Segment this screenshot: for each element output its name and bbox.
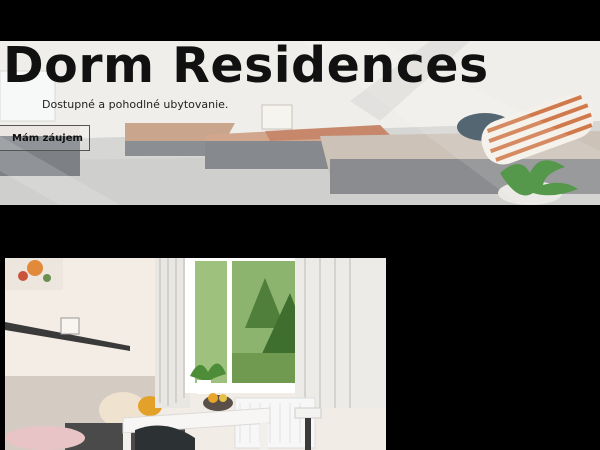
hero-banner: Dorm Residences Dostupné a pohodlné ubyt… (0, 41, 600, 205)
hero-subtitle: Dostupné a pohodlné ubytovanie. (42, 98, 229, 111)
page-title: Dorm Residences (3, 41, 489, 94)
interest-button[interactable]: Mám záujem (0, 125, 90, 151)
room-photo (5, 258, 386, 450)
